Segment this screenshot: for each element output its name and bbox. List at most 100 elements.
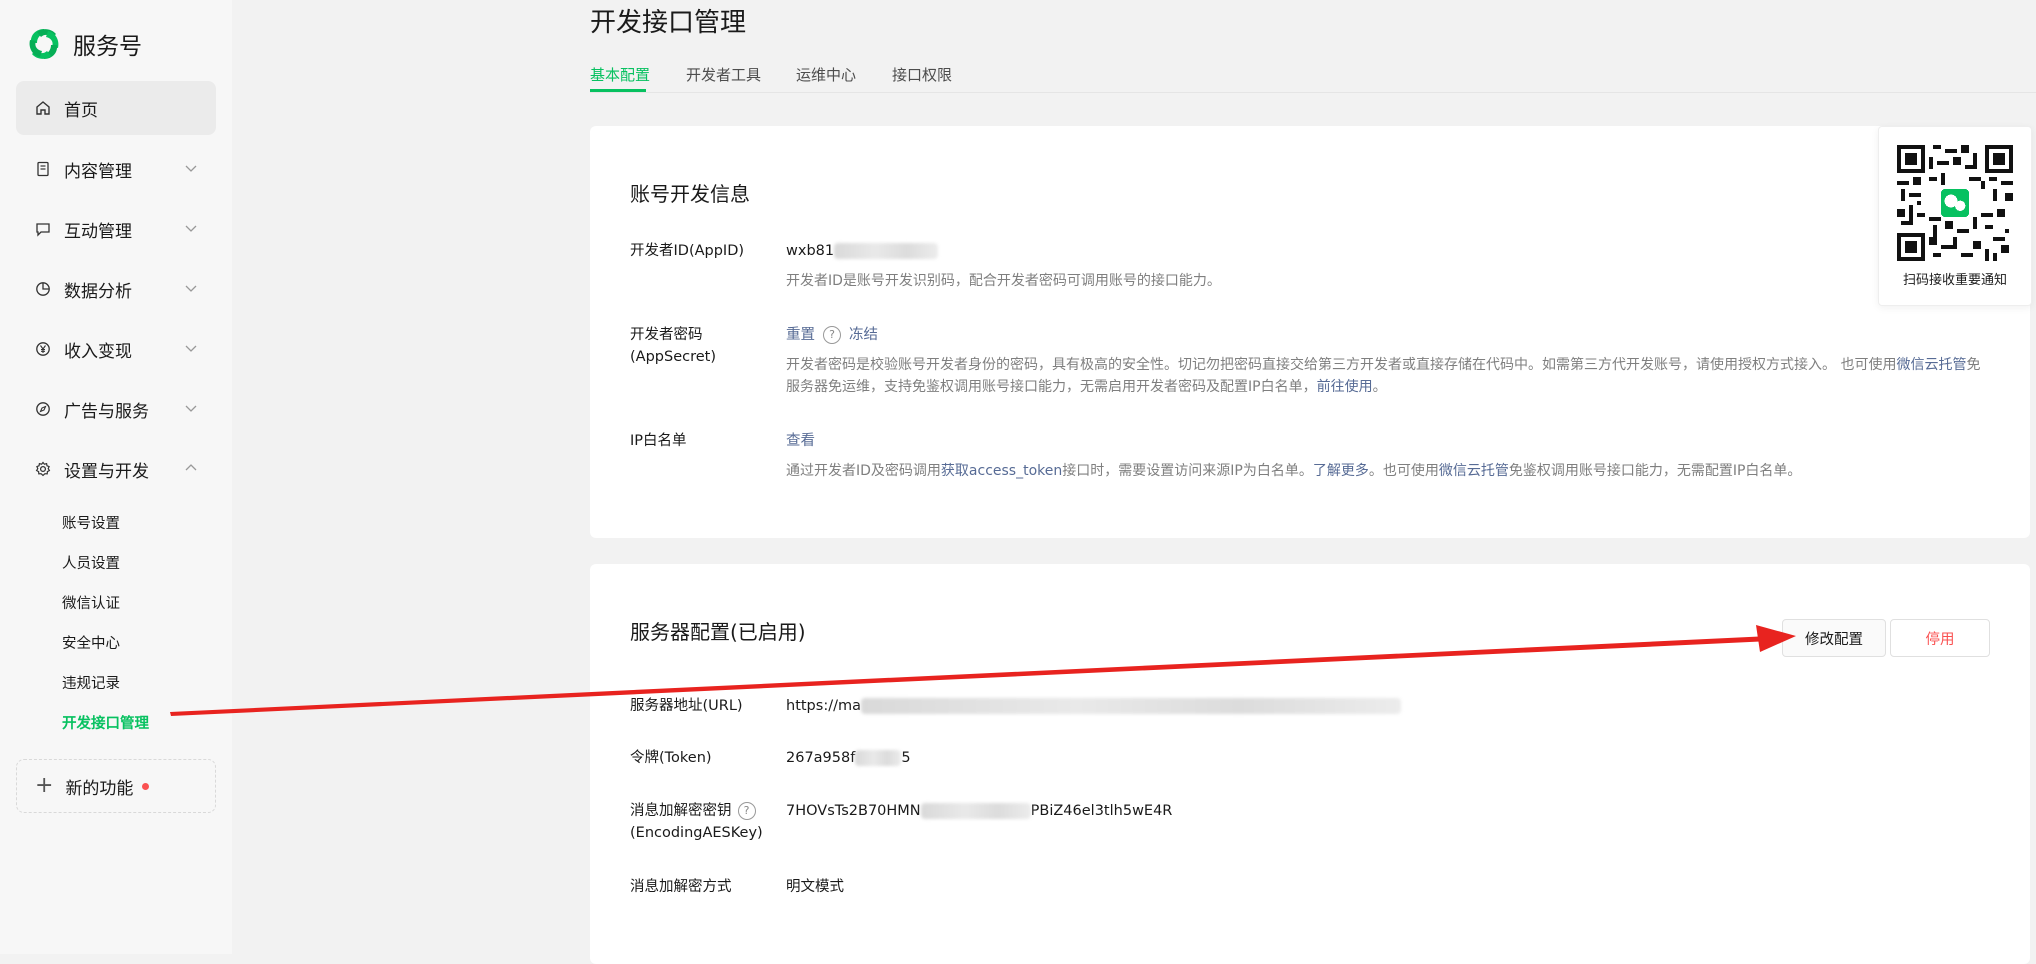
wechat-cloud-hosting-link[interactable]: 微信云托管 [1896,357,1966,373]
appsecret-desc-text: 开发者密码是校验账号开发者身份的密码，具有极高的安全性。切记勿把密码直接交给第三… [786,357,1897,373]
sidebar-item-content[interactable]: 内容管理 [16,142,216,196]
sidebar-item-label: 互动管理 [64,221,132,242]
tab-developer-tools[interactable]: 开发者工具 [686,64,761,85]
ip-desc-text: 。也可使用 [1368,463,1439,479]
token-value: 267a958f 5 [786,747,911,769]
qr-code-icon [1897,145,2013,261]
qr-caption: 扫码接收重要通知 [1902,273,2007,288]
service-account-logo-icon [29,29,59,59]
page-title: 开发接口管理 [590,8,747,38]
gear-icon [34,460,52,478]
help-icon[interactable]: ? [737,802,756,820]
chevron-up-icon [185,464,197,471]
account-dev-info-title: 账号开发信息 [630,182,750,206]
notification-dot [142,782,150,790]
sidebar-item-ads[interactable]: 广告与服务 [16,382,216,436]
new-features-button[interactable]: + 新的功能 [16,759,216,813]
aes-key-label: 消息加解密密钥? (EncodingAESKey) [630,800,770,844]
redacted-blur [861,698,1401,714]
aes-key-visible-suffix: PBiZ46el3tlh5wE4R [1030,803,1173,819]
reset-secret-link[interactable]: 重置 [786,327,815,343]
chevron-down-icon [185,405,197,412]
ip-desc-text: 通过开发者ID及密码调用 [786,463,941,479]
sidebar-item-analytics[interactable]: 数据分析 [16,262,216,316]
sidebar: 服务号 首页 内容管理 互动管理 数据分析 收入变现 广告与服务 设置与开发 账… [0,0,232,954]
sidebar-subitem-violation-records[interactable]: 违规记录 [62,672,120,693]
sidebar-item-label: 数据分析 [64,281,132,302]
server-url-label: 服务器地址(URL) [630,698,743,714]
appid-visible-prefix: wxb81 [786,243,835,259]
chevron-down-icon [185,285,197,292]
aes-key-label-line1: 消息加解密密钥 [630,803,732,819]
brand-name: 服务号 [73,34,142,60]
sidebar-item-interaction[interactable]: 互动管理 [16,202,216,256]
tabs-divider [590,92,2036,93]
chevron-down-icon [185,225,197,232]
ip-whitelist-view: 查看 [786,430,815,452]
sidebar-item-label: 内容管理 [64,161,132,182]
learn-more-link[interactable]: 了解更多 [1313,463,1369,479]
appid-description: 开发者ID是账号开发识别码，配合开发者密码可调用账号的接口能力。 [786,273,1221,289]
sidebar-item-settings[interactable]: 设置与开发 [16,442,216,496]
server-config-title: 服务器配置(已启用) [630,620,806,644]
redacted-blur [855,750,902,766]
server-url-value: https://ma [786,695,1401,717]
chevron-down-icon [185,165,197,172]
sidebar-item-monetization[interactable]: 收入变现 [16,322,216,376]
redacted-blur [834,243,939,259]
appid-value: wxb81 [786,240,939,262]
disable-button[interactable]: 停用 [1890,619,1990,657]
yen-coin-icon [34,340,52,358]
account-dev-info-card: 账号开发信息 开发者ID(AppID) wxb81 开发者ID是账号开发识别码，… [590,126,2030,538]
sidebar-item-home[interactable]: 首页 [16,81,216,135]
ip-desc-text: 接口时，需要设置访问来源IP为白名单。 [1062,463,1313,479]
go-use-link[interactable]: 前往使用 [1317,379,1373,395]
new-features-label: 新的功能 [65,778,134,799]
sidebar-subitem-dev-interface[interactable]: 开发接口管理 [62,712,149,733]
freeze-secret-link[interactable]: 冻结 [849,327,878,343]
wechat-cloud-hosting-link[interactable]: 微信云托管 [1439,463,1509,479]
chevron-down-icon [185,345,197,352]
brand[interactable]: 服务号 [26,26,142,62]
encryption-mode-label: 消息加解密方式 [630,879,732,895]
qr-notification-widget[interactable]: 扫码接收重要通知 [1878,126,2032,306]
tab-ops-center[interactable]: 运维中心 [796,64,856,85]
view-ip-whitelist-link[interactable]: 查看 [786,433,815,449]
plus-icon: + [35,773,54,798]
edit-config-button[interactable]: 修改配置 [1782,619,1886,657]
sidebar-subitem-account-settings[interactable]: 账号设置 [62,512,120,533]
sidebar-item-label: 广告与服务 [64,401,149,422]
token-visible-suffix: 5 [901,750,911,766]
token-visible-prefix: 267a958f [786,750,856,766]
aes-key-value: 7HOVsTs2B70HMN PBiZ46el3tlh5wE4R [786,800,1172,822]
sidebar-item-label: 收入变现 [64,341,132,362]
redacted-blur [920,803,1031,819]
tab-api-permissions[interactable]: 接口权限 [892,64,952,85]
appsecret-label: 开发者密码(AppSecret) [630,327,716,365]
aes-key-visible-prefix: 7HOVsTs2B70HMN [786,803,921,819]
ip-whitelist-label: IP白名单 [630,433,687,449]
get-access-token-link[interactable]: 获取access_token [941,463,1062,479]
pie-chart-icon [34,280,52,298]
appsecret-description: 开发者密码是校验账号开发者身份的密码，具有极高的安全性。切记勿把密码直接交给第三… [786,354,1986,398]
tab-basic-config[interactable]: 基本配置 [590,64,650,85]
token-label: 令牌(Token) [630,750,712,766]
compass-icon [34,400,52,418]
aes-key-label-line2: (EncodingAESKey) [630,825,763,841]
home-icon [34,99,52,117]
sidebar-item-label: 首页 [64,100,98,121]
appsecret-desc-text: 。 [1372,379,1387,395]
ip-desc-text: 免鉴权调用账号接口能力，无需配置IP白名单。 [1508,463,1802,479]
sidebar-item-label: 设置与开发 [64,461,149,482]
encryption-mode-value: 明文模式 [786,879,844,895]
document-icon [34,160,52,178]
sidebar-subitem-wechat-verification[interactable]: 微信认证 [62,592,120,613]
help-icon[interactable]: ? [823,326,841,344]
sidebar-subitem-staff-settings[interactable]: 人员设置 [62,552,120,573]
ip-whitelist-description: 通过开发者ID及密码调用获取access_token接口时，需要设置访问来源IP… [786,460,1986,482]
server-config-card: 服务器配置(已启用) 修改配置 停用 服务器地址(URL) https://ma… [590,564,2030,964]
server-url-visible-prefix: https://ma [786,698,861,714]
sidebar-subitem-security-center[interactable]: 安全中心 [62,632,120,653]
appsecret-actions: 重置? 冻结 [786,324,878,346]
appid-label: 开发者ID(AppID) [630,243,745,259]
